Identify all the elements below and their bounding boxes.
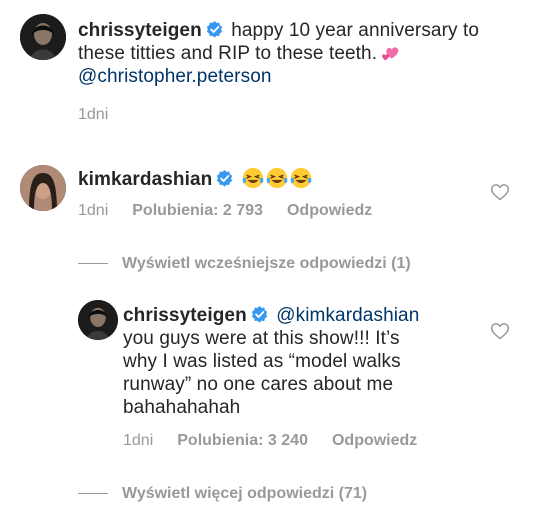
reply-mention-link[interactable]: @kimkardashian: [276, 305, 419, 326]
reply-reply-button[interactable]: Odpowiedz: [332, 432, 417, 450]
divider-line: [78, 493, 108, 495]
view-earlier-replies-button[interactable]: Wyświetl wcześniejsze odpowiedzi (1): [78, 255, 411, 273]
caption-text: chrissyteigen happy 10 year anniversary …: [78, 19, 523, 88]
caption-line2: these titties and RIP to these teeth.: [78, 43, 378, 64]
kim-reply-button[interactable]: Odpowiedz: [287, 202, 372, 220]
divider-line: [78, 263, 108, 265]
comments-screen: chrissyteigen happy 10 year anniversary …: [0, 0, 539, 522]
kim-comment-time: 1dni: [78, 202, 109, 219]
view-more-label: Wyświetl więcej odpowiedzi (71): [122, 485, 368, 502]
caption-mention-link[interactable]: @christopher.peterson: [78, 66, 272, 87]
reply-line4: bahahahahah: [123, 397, 241, 418]
reply-line1: you guys were at this show!!! It’s: [123, 328, 400, 349]
kim-comment-meta: 1dni Polubienia: 2 793 Odpowiedz: [78, 202, 396, 220]
avatar-chrissyteigen-reply[interactable]: [78, 300, 118, 340]
verified-badge-icon: [206, 21, 223, 38]
view-earlier-label: Wyświetl wcześniejsze odpowiedzi (1): [122, 255, 411, 272]
reply-line3: runway” no one cares about me: [123, 374, 394, 395]
avatar-chrissyteigen[interactable]: [20, 14, 66, 60]
laughing-tears-icon: [242, 167, 264, 189]
reply-time: 1dni: [123, 432, 154, 449]
view-more-replies-button[interactable]: Wyświetl więcej odpowiedzi (71): [78, 485, 367, 503]
reply-line2: why I was listed as “model walks: [123, 351, 401, 372]
kim-like-heart-icon[interactable]: [490, 182, 510, 202]
kim-comment-text: kimkardashian: [78, 167, 314, 191]
avatar-kimkardashian[interactable]: [20, 165, 66, 211]
kim-likes-count[interactable]: Polubienia: 2 793: [132, 202, 263, 220]
laughing-tears-icon: [290, 167, 312, 189]
reply-meta: 1dni Polubienia: 3 240 Odpowiedz: [123, 432, 441, 450]
verified-badge-icon: [251, 306, 268, 323]
two-hearts-icon: [379, 43, 401, 65]
caption-username[interactable]: chrissyteigen: [78, 20, 202, 41]
reply-likes-count[interactable]: Polubienia: 3 240: [177, 432, 308, 450]
reply-text: chrissyteigen @kimkardashian you guys we…: [123, 304, 483, 419]
reply-username[interactable]: chrissyteigen: [123, 305, 247, 326]
verified-badge-icon: [216, 170, 233, 187]
caption-line1: happy 10 year anniversary to: [231, 20, 480, 41]
laughing-tears-icon: [266, 167, 288, 189]
kim-username[interactable]: kimkardashian: [78, 169, 212, 190]
caption-time: 1dni: [78, 106, 109, 123]
caption-meta: 1dni: [78, 106, 132, 124]
reply-like-heart-icon[interactable]: [490, 321, 510, 341]
